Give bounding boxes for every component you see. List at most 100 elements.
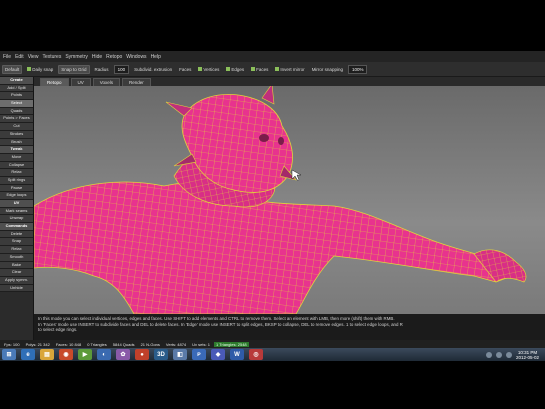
- panel-tool-button[interactable]: Bake: [0, 261, 33, 270]
- taskbar-app-icon[interactable]: e: [21, 349, 35, 360]
- taskbar-apps: ⊞ e ▤ ◉ ▶ ◐ ✿ ● 3D ◧ ᴘ ◆ W ◎: [2, 349, 263, 360]
- taskbar-app-icon[interactable]: ◎: [249, 349, 263, 360]
- taskbar-app-icon[interactable]: W: [230, 349, 244, 360]
- menu-symmetry[interactable]: Symmetry: [65, 54, 88, 60]
- panel-tool-button[interactable]: Smooth: [0, 253, 33, 262]
- status-bar: Fps: 100 Polys: 21 342 Faces: 10 848 0 T…: [0, 340, 545, 348]
- menu-view[interactable]: View: [28, 54, 39, 60]
- menu-bar: File Edit View Textures Symmetry Hide Re…: [0, 51, 545, 62]
- checkbox-icon: [251, 67, 256, 72]
- menu-retopo[interactable]: Retopo: [106, 54, 122, 60]
- invert-mirror-toggle[interactable]: Invert mirror: [273, 66, 306, 73]
- panel-tool-button[interactable]: Delete: [0, 230, 33, 239]
- clock[interactable]: 10:31 PM 2012-05-02: [516, 350, 539, 360]
- status-polys: Polys: 21 342: [25, 341, 50, 347]
- status-verts: Verts: 4874: [165, 341, 187, 347]
- taskbar-app-icon[interactable]: 3D: [154, 349, 168, 360]
- subdiv-extrusion-label: Subdivid. extrusion: [134, 66, 173, 72]
- taskbar-app-icon[interactable]: ◧: [173, 349, 187, 360]
- help-hint-bar: In this mode you can select individual v…: [34, 314, 545, 340]
- checkbox-icon: [198, 67, 203, 72]
- daily-snap-toggle[interactable]: Daily snap: [25, 66, 55, 73]
- taskbar-app-icon[interactable]: ✿: [116, 349, 130, 360]
- taskbar-app-icon[interactable]: ◐: [97, 349, 111, 360]
- 3d-coat-window: File Edit View Textures Symmetry Hide Re…: [0, 51, 545, 361]
- panel-tool-button[interactable]: Relax: [0, 246, 33, 254]
- help-line: to select edge rings.: [38, 327, 78, 333]
- menu-windows[interactable]: Windows: [126, 54, 146, 60]
- panel-tool-button[interactable]: Unhide: [0, 284, 33, 293]
- status-retopo: 1 Triangles: 2548: [213, 341, 249, 347]
- flag-icon[interactable]: [505, 351, 512, 358]
- clock-time: 10:31 PM: [517, 349, 538, 355]
- menu-hide[interactable]: Hide: [92, 54, 102, 60]
- 3d-viewport[interactable]: [34, 86, 545, 314]
- mirror-snapping-field[interactable]: 100%: [347, 64, 368, 74]
- panel-tool-button[interactable]: Move: [0, 153, 33, 162]
- vertices-toggle[interactable]: Vertices: [196, 66, 221, 73]
- panel-section-header: Commands: [0, 223, 33, 231]
- status-fps: Fps: 100: [4, 341, 20, 347]
- panel-section-header: UV: [0, 200, 33, 208]
- menu-file[interactable]: File: [3, 54, 11, 60]
- faces-toggle[interactable]: Faces: [249, 66, 270, 73]
- volume-icon[interactable]: [495, 351, 502, 358]
- panel-tool-button[interactable]: Snap: [0, 238, 33, 247]
- creature-torso: [34, 181, 513, 314]
- panel-tool-button[interactable]: Split rings: [0, 176, 33, 185]
- clock-date: 2012-05-02: [515, 354, 539, 360]
- panel-tool-button[interactable]: Quads: [0, 107, 33, 116]
- windows-taskbar: ⊞ e ▤ ◉ ▶ ◐ ✿ ● 3D ◧ ᴘ ◆ W ◎ 10:31 PM 2012-05-02: [0, 348, 545, 361]
- status-faces: Faces: 10 848: [55, 341, 82, 347]
- panel-tool-button[interactable]: Collapse: [0, 161, 33, 170]
- panel-tool-button[interactable]: Add / Split: [0, 84, 33, 93]
- start-button-icon[interactable]: ⊞: [2, 349, 16, 360]
- creature-horn-right: [261, 86, 275, 105]
- status-uv: Uv sets: 1: [192, 341, 210, 347]
- panel-tool-button[interactable]: Clear: [0, 269, 33, 277]
- retopo-tools-panel: Create Add / Split Points Select Quads Points…: [0, 77, 34, 340]
- creature-nostril: [259, 134, 269, 142]
- tab-voxels[interactable]: Voxels: [92, 78, 121, 86]
- edges-toggle[interactable]: Edges: [224, 66, 246, 73]
- status-triangles: 0 Triangles: [87, 341, 107, 347]
- panel-tool-button[interactable]: Select: [0, 100, 33, 108]
- panel-section-header: Tweak: [0, 146, 33, 154]
- taskbar-app-icon[interactable]: ᴘ: [192, 349, 206, 360]
- status-quads: 5844 Quads: [112, 341, 135, 347]
- menu-textures[interactable]: Textures: [42, 54, 61, 60]
- taskbar-app-icon[interactable]: ▶: [78, 349, 92, 360]
- panel-tool-button[interactable]: Points: [0, 92, 33, 101]
- menu-help[interactable]: Help: [151, 54, 161, 60]
- taskbar-app-icon[interactable]: ◉: [59, 349, 73, 360]
- taskbar-app-icon[interactable]: ▤: [40, 349, 54, 360]
- menu-edit[interactable]: Edit: [15, 54, 24, 60]
- snap-to-grid-button[interactable]: Snap to Grid: [58, 64, 90, 74]
- tab-uv[interactable]: UV: [70, 78, 91, 86]
- mirror-snapping-label: Mirror snapping: [311, 66, 343, 72]
- taskbar-app-icon[interactable]: ◆: [211, 349, 225, 360]
- panel-tool-button[interactable]: Relax: [0, 169, 33, 177]
- preset-dropdown[interactable]: Default: [2, 64, 23, 74]
- tool-options-bar: Default Daily snap Snap to Grid Radius 1…: [0, 62, 545, 77]
- panel-tool-button[interactable]: Mark seams: [0, 207, 33, 216]
- taskbar-app-icon[interactable]: ●: [135, 349, 149, 360]
- network-icon[interactable]: [485, 351, 492, 358]
- checkbox-icon: [27, 67, 32, 72]
- radius-field[interactable]: 100: [113, 64, 130, 74]
- status-ngons: 21 N-Gons: [140, 341, 160, 347]
- panel-tool-button[interactable]: Unwrap: [0, 215, 33, 224]
- panel-tool-button[interactable]: Brush: [0, 138, 33, 147]
- panel-tool-button[interactable]: Pause: [0, 184, 33, 193]
- room-tabs: Retopo UV Voxels Render: [34, 77, 545, 86]
- panel-tool-button[interactable]: Strokes: [0, 130, 33, 139]
- panel-section-header: Create: [0, 77, 33, 85]
- faces-label: Faces: [179, 66, 192, 72]
- panel-tool-button[interactable]: Points > Faces: [0, 115, 33, 124]
- checkbox-icon: [226, 67, 231, 72]
- tab-render[interactable]: Render: [122, 78, 151, 86]
- panel-tool-button[interactable]: Cut: [0, 123, 33, 131]
- panel-tool-button[interactable]: Edge loops: [0, 192, 33, 200]
- tab-retopo[interactable]: Retopo: [40, 78, 69, 86]
- panel-tool-button[interactable]: Apply symm.: [0, 276, 33, 285]
